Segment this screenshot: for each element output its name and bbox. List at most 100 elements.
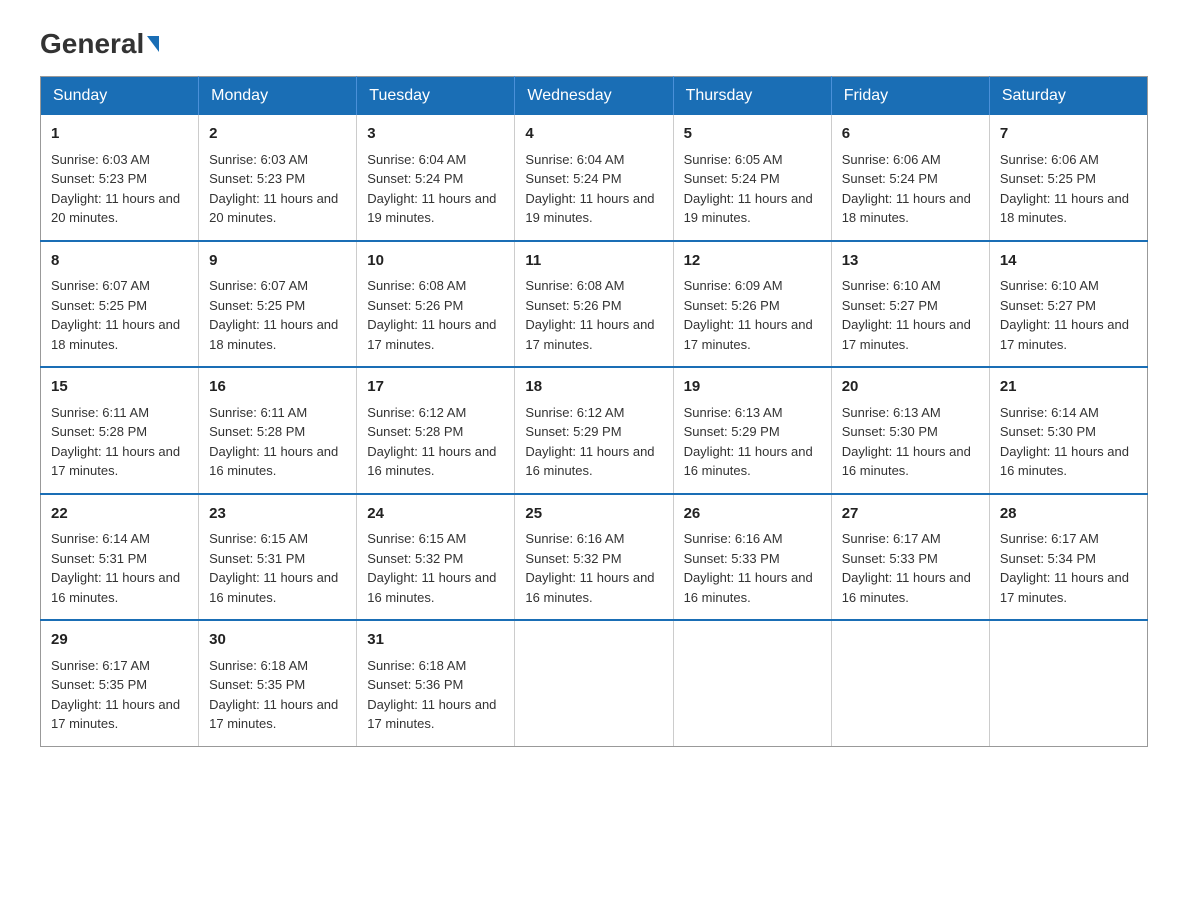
- day-info: Sunrise: 6:04 AMSunset: 5:24 PMDaylight:…: [367, 152, 496, 226]
- calendar-week-2: 8 Sunrise: 6:07 AMSunset: 5:25 PMDaylight…: [41, 241, 1148, 368]
- calendar-cell: 6 Sunrise: 6:06 AMSunset: 5:24 PMDaylight…: [831, 115, 989, 241]
- day-info: Sunrise: 6:08 AMSunset: 5:26 PMDaylight:…: [367, 278, 496, 352]
- day-info: Sunrise: 6:18 AMSunset: 5:36 PMDaylight:…: [367, 658, 496, 732]
- day-info: Sunrise: 6:16 AMSunset: 5:33 PMDaylight:…: [684, 531, 813, 605]
- day-number: 26: [684, 503, 821, 526]
- day-number: 23: [209, 503, 346, 526]
- calendar-cell: 9 Sunrise: 6:07 AMSunset: 5:25 PMDaylight…: [199, 241, 357, 368]
- calendar-week-3: 15Sunrise: 6:11 AMSunset: 5:28 PMDayligh…: [41, 367, 1148, 494]
- day-number: 30: [209, 629, 346, 652]
- day-number: 21: [1000, 376, 1137, 399]
- calendar-week-4: 22 Sunrise: 6:14 AMSunset: 5:31 PMDayligh…: [41, 494, 1148, 621]
- day-number: 16: [209, 376, 346, 399]
- day-info: Sunrise: 6:18 AMSunset: 5:35 PMDaylight:…: [209, 658, 338, 732]
- calendar-cell: 15Sunrise: 6:11 AMSunset: 5:28 PMDayligh…: [41, 367, 199, 494]
- calendar-cell: 18 Sunrise: 6:12 AMSunset: 5:29 PMDayligh…: [515, 367, 673, 494]
- calendar-cell: 7Sunrise: 6:06 AMSunset: 5:25 PMDaylight…: [989, 115, 1147, 241]
- day-info: Sunrise: 6:03 AMSunset: 5:23 PMDaylight:…: [51, 152, 180, 226]
- day-info: Sunrise: 6:08 AMSunset: 5:26 PMDaylight:…: [525, 278, 654, 352]
- day-number: 9: [209, 250, 346, 273]
- day-info: Sunrise: 6:17 AMSunset: 5:35 PMDaylight:…: [51, 658, 180, 732]
- day-number: 17: [367, 376, 504, 399]
- day-number: 24: [367, 503, 504, 526]
- col-header-saturday: Saturday: [989, 77, 1147, 116]
- day-number: 5: [684, 123, 821, 146]
- day-info: Sunrise: 6:06 AMSunset: 5:24 PMDaylight:…: [842, 152, 971, 226]
- day-info: Sunrise: 6:10 AMSunset: 5:27 PMDaylight:…: [1000, 278, 1129, 352]
- day-number: 14: [1000, 250, 1137, 273]
- day-number: 8: [51, 250, 188, 273]
- logo: General: [40, 30, 159, 56]
- calendar-cell: 24 Sunrise: 6:15 AMSunset: 5:32 PMDayligh…: [357, 494, 515, 621]
- day-number: 6: [842, 123, 979, 146]
- day-number: 12: [684, 250, 821, 273]
- calendar-cell: 19Sunrise: 6:13 AMSunset: 5:29 PMDayligh…: [673, 367, 831, 494]
- day-info: Sunrise: 6:07 AMSunset: 5:25 PMDaylight:…: [51, 278, 180, 352]
- calendar-cell: 14 Sunrise: 6:10 AMSunset: 5:27 PMDayligh…: [989, 241, 1147, 368]
- col-header-sunday: Sunday: [41, 77, 199, 116]
- day-number: 28: [1000, 503, 1137, 526]
- day-info: Sunrise: 6:03 AMSunset: 5:23 PMDaylight:…: [209, 152, 338, 226]
- day-info: Sunrise: 6:07 AMSunset: 5:25 PMDaylight:…: [209, 278, 338, 352]
- calendar-cell: 23Sunrise: 6:15 AMSunset: 5:31 PMDayligh…: [199, 494, 357, 621]
- day-number: 27: [842, 503, 979, 526]
- day-number: 11: [525, 250, 662, 273]
- calendar-cell: 29 Sunrise: 6:17 AMSunset: 5:35 PMDayligh…: [41, 620, 199, 746]
- day-info: Sunrise: 6:15 AMSunset: 5:32 PMDaylight:…: [367, 531, 496, 605]
- calendar-cell: 31 Sunrise: 6:18 AMSunset: 5:36 PMDayligh…: [357, 620, 515, 746]
- calendar-table: SundayMondayTuesdayWednesdayThursdayFrid…: [40, 76, 1148, 747]
- calendar-cell: 11 Sunrise: 6:08 AMSunset: 5:26 PMDayligh…: [515, 241, 673, 368]
- day-number: 31: [367, 629, 504, 652]
- day-number: 2: [209, 123, 346, 146]
- day-number: 13: [842, 250, 979, 273]
- day-number: 19: [684, 376, 821, 399]
- calendar-week-5: 29 Sunrise: 6:17 AMSunset: 5:35 PMDayligh…: [41, 620, 1148, 746]
- calendar-cell: 16 Sunrise: 6:11 AMSunset: 5:28 PMDayligh…: [199, 367, 357, 494]
- calendar-cell: 25 Sunrise: 6:16 AMSunset: 5:32 PMDayligh…: [515, 494, 673, 621]
- col-header-monday: Monday: [199, 77, 357, 116]
- calendar-cell: 30 Sunrise: 6:18 AMSunset: 5:35 PMDayligh…: [199, 620, 357, 746]
- day-info: Sunrise: 6:12 AMSunset: 5:29 PMDaylight:…: [525, 405, 654, 479]
- day-info: Sunrise: 6:05 AMSunset: 5:24 PMDaylight:…: [684, 152, 813, 226]
- calendar-cell: 1 Sunrise: 6:03 AMSunset: 5:23 PMDaylight…: [41, 115, 199, 241]
- day-info: Sunrise: 6:14 AMSunset: 5:30 PMDaylight:…: [1000, 405, 1129, 479]
- calendar-cell: 12Sunrise: 6:09 AMSunset: 5:26 PMDayligh…: [673, 241, 831, 368]
- calendar-cell: 8 Sunrise: 6:07 AMSunset: 5:25 PMDaylight…: [41, 241, 199, 368]
- day-info: Sunrise: 6:12 AMSunset: 5:28 PMDaylight:…: [367, 405, 496, 479]
- day-info: Sunrise: 6:04 AMSunset: 5:24 PMDaylight:…: [525, 152, 654, 226]
- col-header-friday: Friday: [831, 77, 989, 116]
- day-number: 10: [367, 250, 504, 273]
- calendar-cell: 21 Sunrise: 6:14 AMSunset: 5:30 PMDayligh…: [989, 367, 1147, 494]
- calendar-cell: 28 Sunrise: 6:17 AMSunset: 5:34 PMDayligh…: [989, 494, 1147, 621]
- calendar-cell: 27 Sunrise: 6:17 AMSunset: 5:33 PMDayligh…: [831, 494, 989, 621]
- day-info: Sunrise: 6:11 AMSunset: 5:28 PMDaylight:…: [209, 405, 338, 479]
- day-number: 18: [525, 376, 662, 399]
- day-number: 20: [842, 376, 979, 399]
- col-header-wednesday: Wednesday: [515, 77, 673, 116]
- day-info: Sunrise: 6:17 AMSunset: 5:33 PMDaylight:…: [842, 531, 971, 605]
- calendar-cell: 10 Sunrise: 6:08 AMSunset: 5:26 PMDayligh…: [357, 241, 515, 368]
- day-info: Sunrise: 6:17 AMSunset: 5:34 PMDaylight:…: [1000, 531, 1129, 605]
- day-info: Sunrise: 6:11 AMSunset: 5:28 PMDaylight:…: [51, 405, 180, 479]
- page-header: General: [40, 30, 1148, 56]
- day-number: 1: [51, 123, 188, 146]
- calendar-cell: [989, 620, 1147, 746]
- day-number: 22: [51, 503, 188, 526]
- day-number: 4: [525, 123, 662, 146]
- calendar-cell: 4 Sunrise: 6:04 AMSunset: 5:24 PMDaylight…: [515, 115, 673, 241]
- day-number: 25: [525, 503, 662, 526]
- col-header-thursday: Thursday: [673, 77, 831, 116]
- day-info: Sunrise: 6:13 AMSunset: 5:30 PMDaylight:…: [842, 405, 971, 479]
- calendar-header-row: SundayMondayTuesdayWednesdayThursdayFrid…: [41, 77, 1148, 116]
- day-info: Sunrise: 6:16 AMSunset: 5:32 PMDaylight:…: [525, 531, 654, 605]
- calendar-cell: 20 Sunrise: 6:13 AMSunset: 5:30 PMDayligh…: [831, 367, 989, 494]
- day-number: 7: [1000, 123, 1137, 146]
- day-number: 29: [51, 629, 188, 652]
- col-header-tuesday: Tuesday: [357, 77, 515, 116]
- calendar-cell: 17 Sunrise: 6:12 AMSunset: 5:28 PMDayligh…: [357, 367, 515, 494]
- logo-general: General: [40, 30, 159, 58]
- calendar-cell: [515, 620, 673, 746]
- day-info: Sunrise: 6:14 AMSunset: 5:31 PMDaylight:…: [51, 531, 180, 605]
- calendar-cell: 3Sunrise: 6:04 AMSunset: 5:24 PMDaylight…: [357, 115, 515, 241]
- calendar-cell: 22 Sunrise: 6:14 AMSunset: 5:31 PMDayligh…: [41, 494, 199, 621]
